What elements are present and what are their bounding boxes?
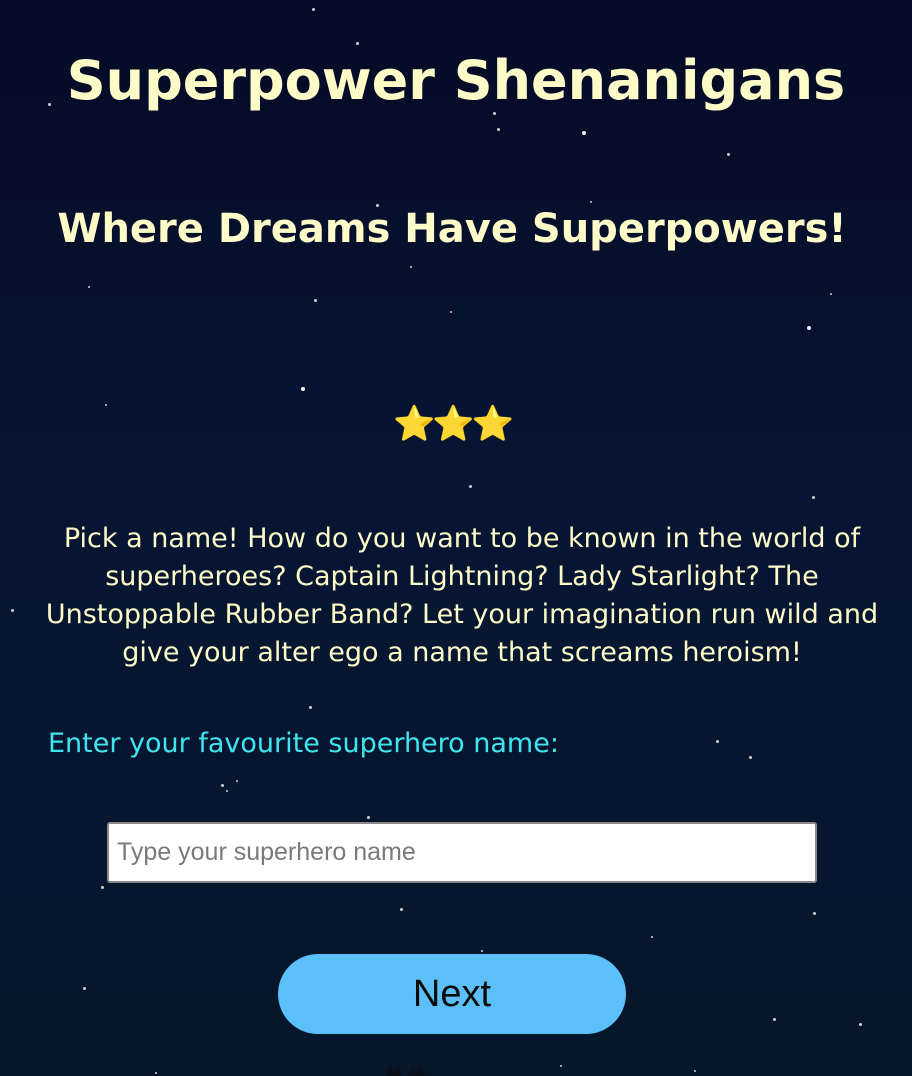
- star-dot: [301, 387, 305, 391]
- next-button[interactable]: Next: [278, 954, 626, 1034]
- star-dot: [469, 485, 472, 488]
- star-dot: [450, 311, 452, 313]
- star-dot: [694, 1070, 696, 1072]
- star-dot: [236, 780, 238, 782]
- star-dot: [497, 128, 500, 131]
- star-dot: [749, 756, 752, 759]
- star-dot: [309, 706, 312, 709]
- star-dot: [481, 950, 483, 952]
- star-dot: [859, 1023, 862, 1026]
- star-dot: [221, 784, 224, 787]
- star-dot: [11, 609, 14, 612]
- star-dot: [226, 790, 228, 792]
- star-dot: [410, 266, 412, 268]
- page-title: Superpower Shenanigans: [66, 49, 846, 112]
- star-dot: [716, 740, 719, 743]
- star-dot: [367, 816, 370, 819]
- page-subtitle: Where Dreams Have Superpowers!: [57, 206, 847, 252]
- star-dot: [582, 131, 586, 135]
- star-dot: [830, 293, 832, 295]
- star-dot: [651, 936, 653, 938]
- intro-description: Pick a name! How do you want to be known…: [45, 523, 879, 668]
- star-dot: [155, 1072, 157, 1074]
- star-dot: [312, 8, 315, 11]
- star-dot: [356, 42, 359, 45]
- star-rating: ⭐⭐⭐: [0, 402, 904, 446]
- star-dot: [727, 153, 730, 156]
- star-dot: [813, 912, 816, 915]
- star-dot: [400, 908, 403, 911]
- superhero-name-input[interactable]: [107, 822, 817, 883]
- star-dot: [314, 299, 317, 302]
- star-dot: [773, 1018, 776, 1021]
- star-dot: [807, 326, 811, 330]
- star-icon: ⭐⭐⭐: [392, 405, 514, 443]
- star-dot: [83, 987, 86, 990]
- star-dot: [812, 496, 815, 499]
- superhero-name-label: Enter your favourite superhero name:: [48, 728, 559, 759]
- star-dot: [88, 286, 90, 288]
- star-dot: [101, 886, 104, 889]
- silhouette-icon: [386, 1064, 425, 1076]
- star-dot: [560, 1065, 562, 1067]
